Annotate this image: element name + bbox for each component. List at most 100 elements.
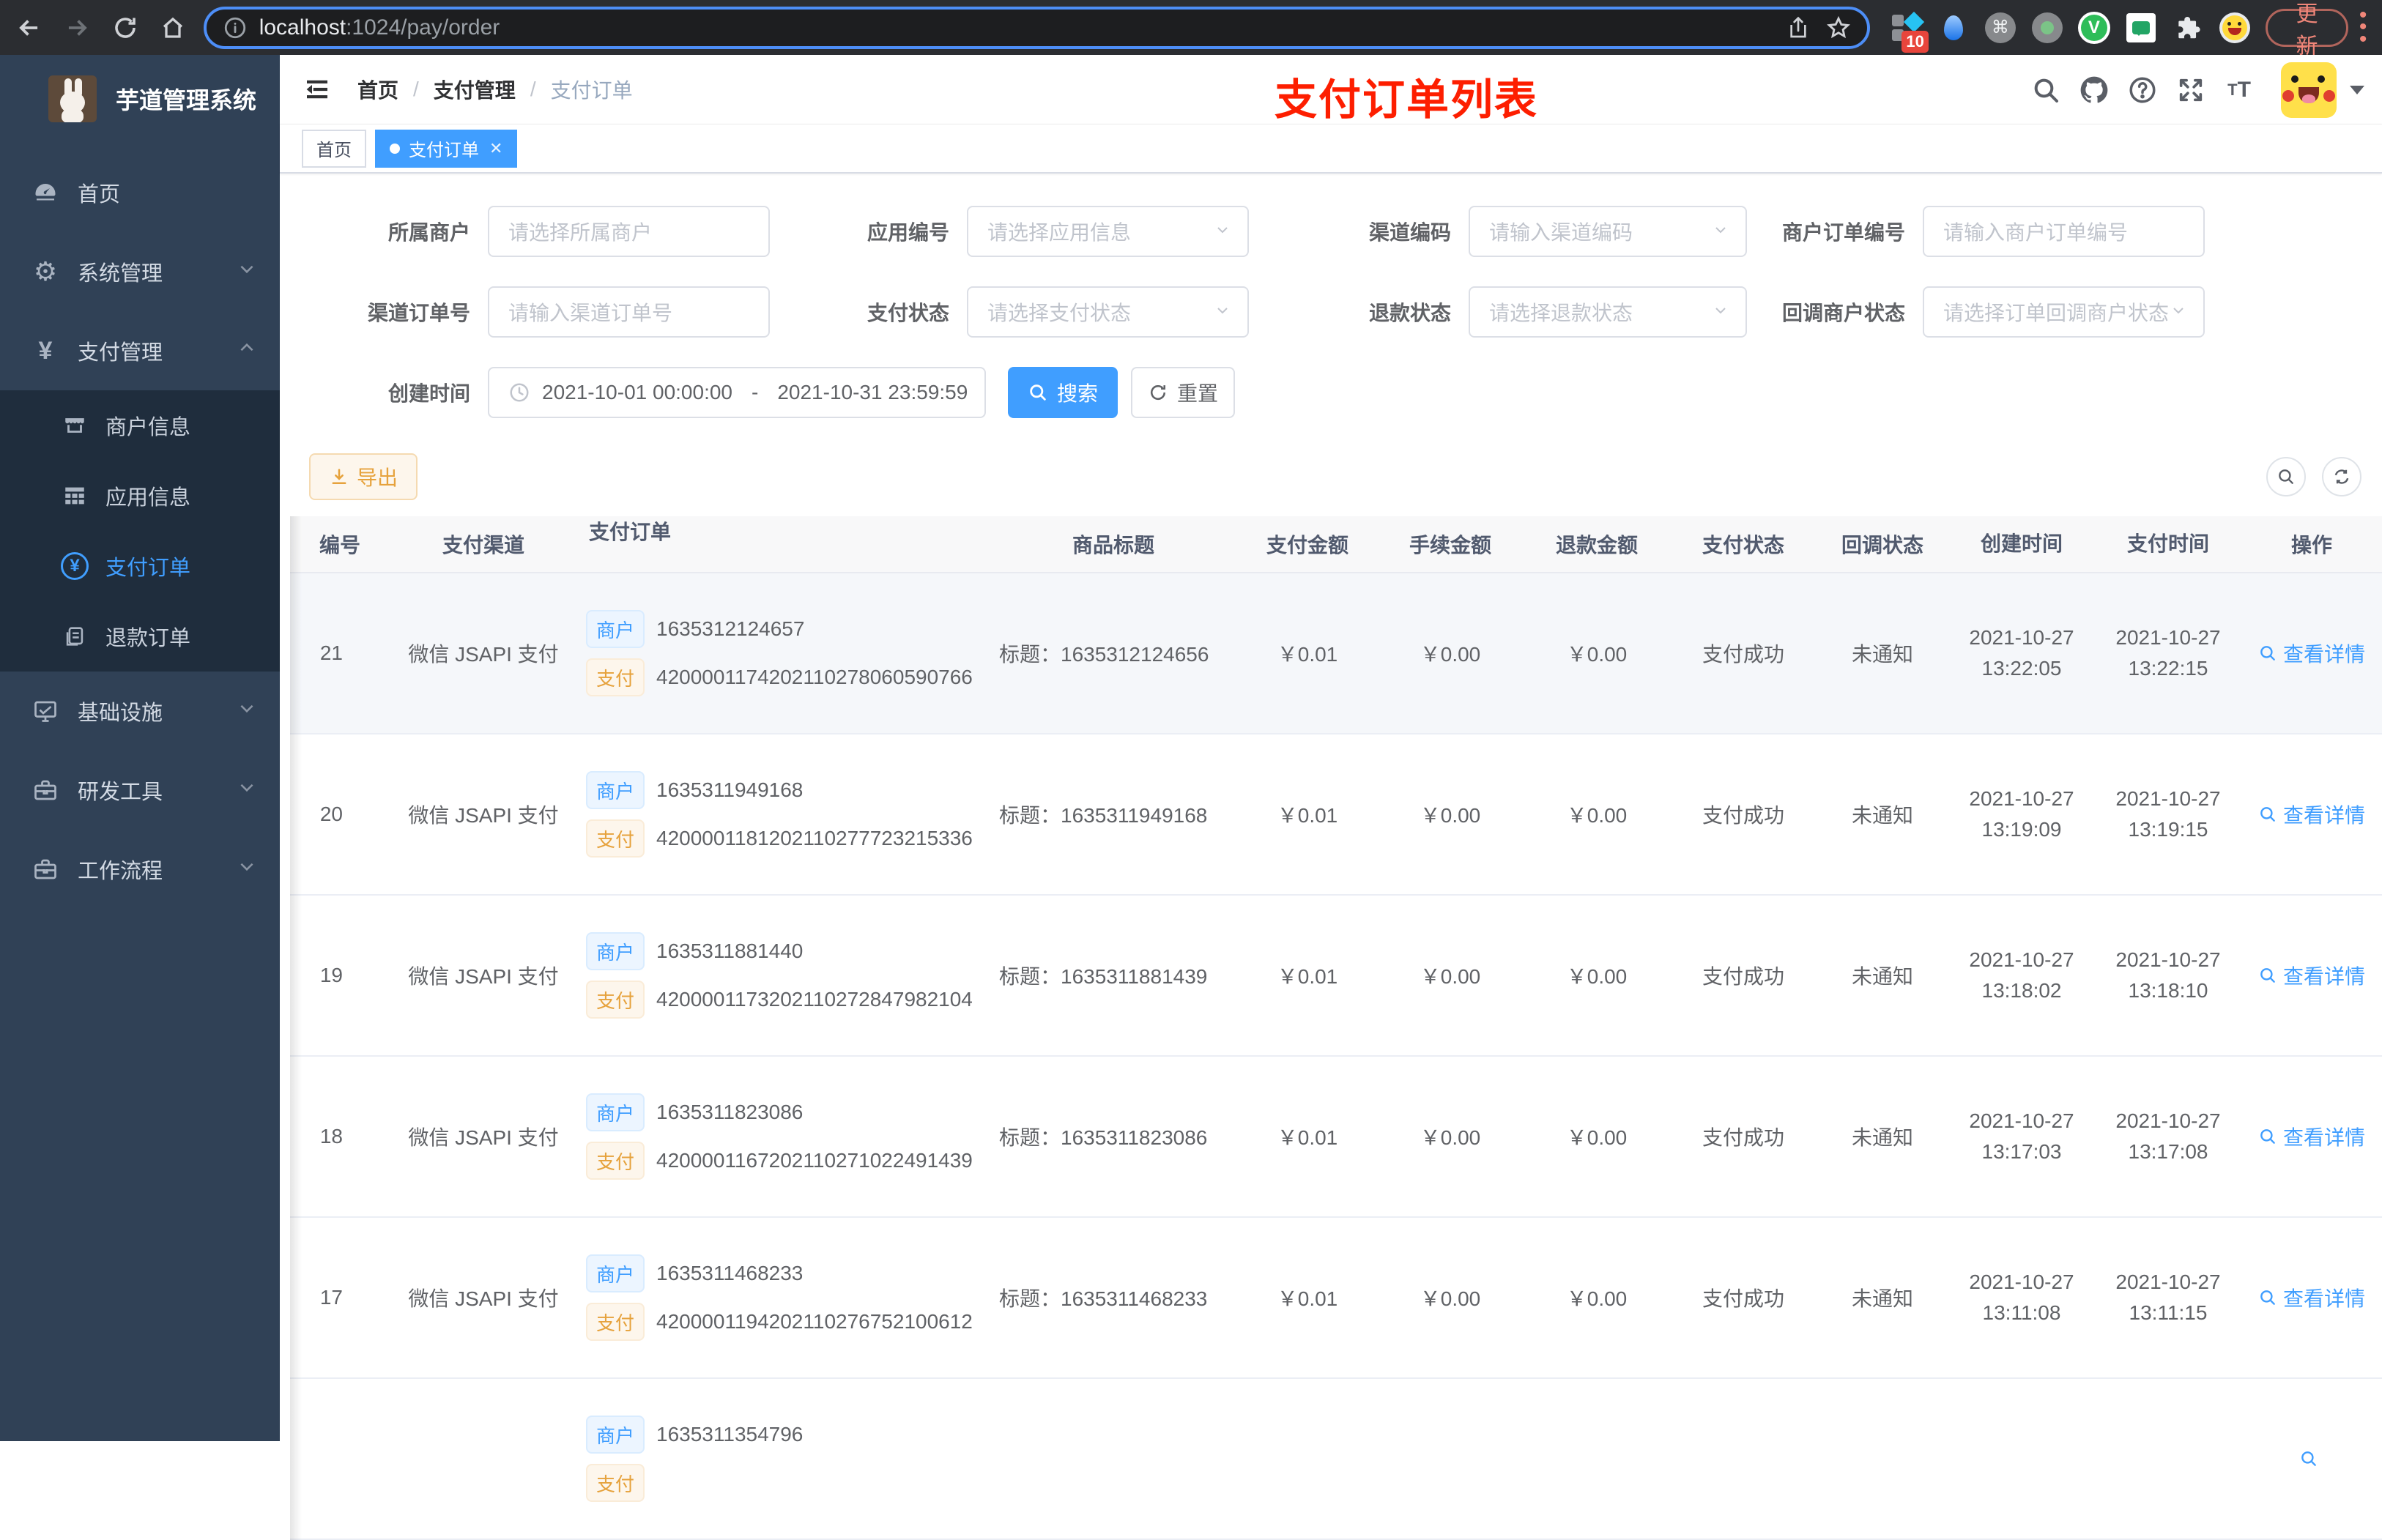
- cell-order: 商户 1635311881440 支付 42000011732021102728…: [586, 896, 989, 1055]
- sidebar-item-app-info[interactable]: 应用信息: [0, 461, 280, 531]
- table-row[interactable]: 20 微信 JSAPI 支付 商户 1635311949168 支付 42000…: [290, 734, 2382, 896]
- cell-pay-time: 2021-10-27 13:17:08: [2115, 1109, 2221, 1163]
- pay-tag: 支付: [586, 819, 645, 858]
- table-row[interactable]: 19 微信 JSAPI 支付 商户 1635311881440 支付 42000…: [290, 896, 2382, 1057]
- extension-chat-icon[interactable]: [2125, 12, 2157, 44]
- browser-home-button[interactable]: [154, 9, 191, 47]
- address-bar[interactable]: localhost:1024/pay/order: [203, 6, 1870, 49]
- tab-pay-order[interactable]: 支付订单 ✕: [375, 129, 518, 168]
- sidebar-item-merchant-info[interactable]: 商户信息: [0, 390, 280, 461]
- view-detail-link[interactable]: [2241, 1379, 2382, 1539]
- cell-title: 标题：1635311949168: [999, 804, 1208, 827]
- cell-amount: ￥0.01: [1277, 1287, 1338, 1310]
- help-icon[interactable]: [2118, 75, 2167, 105]
- extension-balloon-icon[interactable]: [1937, 12, 1970, 44]
- bookmark-star-icon[interactable]: [1826, 15, 1851, 40]
- font-size-icon[interactable]: TT: [2215, 78, 2263, 103]
- breadcrumb-home[interactable]: 首页: [357, 75, 398, 104]
- cell-id: 19: [319, 964, 343, 986]
- app-select[interactable]: 请选择应用信息: [967, 206, 1249, 257]
- browser-reload-button[interactable]: [106, 9, 144, 47]
- merchant-tag: 商户: [586, 771, 645, 809]
- merchant-order-no-input[interactable]: 请输入商户订单编号: [1923, 206, 2205, 257]
- user-avatar[interactable]: [2281, 62, 2337, 118]
- sidebar-item-workflow[interactable]: 工作流程: [0, 830, 280, 909]
- extension-command-icon[interactable]: ⌘: [1984, 12, 2016, 44]
- notify-status-select[interactable]: 请选择订单回调商户状态: [1923, 286, 2205, 338]
- refund-status-select[interactable]: 请选择退款状态: [1469, 286, 1747, 338]
- cell-id: 21: [319, 641, 343, 664]
- sidebar-item-label: 首页: [78, 183, 121, 207]
- cell-order: 商户 1635311823086 支付 42000011672021102710…: [586, 1057, 989, 1216]
- share-icon[interactable]: [1786, 16, 1810, 40]
- app-logo-row[interactable]: 芋道管理系统: [0, 55, 280, 137]
- tab-home[interactable]: 首页: [302, 129, 366, 168]
- merchant-tag: 商户: [586, 1416, 645, 1454]
- view-detail-link[interactable]: 查看详情: [2241, 896, 2382, 1055]
- chevron-down-icon: [237, 699, 256, 723]
- create-time-range-picker[interactable]: 2021-10-01 00:00:00 - 2021-10-31 23:59:5…: [488, 367, 986, 418]
- sidebar-item-label: 基础设施: [78, 702, 163, 725]
- sidebar-item-dev-tools[interactable]: 研发工具: [0, 751, 280, 830]
- breadcrumb-pay[interactable]: 支付管理: [434, 75, 516, 104]
- browser-menu-icon[interactable]: • • •: [2356, 4, 2370, 50]
- tab-close-icon[interactable]: ✕: [489, 139, 502, 158]
- table-row[interactable]: 商户 1635311354796 支付: [290, 1379, 2382, 1540]
- sidebar-item-home[interactable]: 首页: [0, 153, 280, 232]
- cell-id: 20: [319, 803, 343, 825]
- reset-button[interactable]: 重置: [1131, 367, 1235, 418]
- date-range-separator: -: [752, 381, 759, 403]
- extensions-puzzle-icon[interactable]: [2172, 12, 2204, 44]
- search-icon: [2279, 469, 2293, 484]
- cell-title: 标题：1635311823086: [999, 1126, 1208, 1149]
- sidebar-item-pay-order[interactable]: ¥ 支付订单: [0, 531, 280, 601]
- chevron-down-icon: [2170, 302, 2187, 323]
- table-row[interactable]: 17 微信 JSAPI 支付 商户 1635311468233 支付 42000…: [290, 1218, 2382, 1379]
- field-label-merchant: 所属商户: [387, 221, 470, 244]
- merchant-input[interactable]: 请选择所属商户: [488, 206, 770, 257]
- table-toolbar: 导出: [309, 453, 2361, 500]
- yen-circle-icon: ¥: [59, 552, 91, 580]
- view-detail-link[interactable]: 查看详情: [2241, 573, 2382, 733]
- refresh-table-button[interactable]: [2322, 457, 2361, 496]
- browser-back-button[interactable]: [10, 9, 48, 47]
- header-search-icon[interactable]: [2022, 75, 2070, 105]
- extension-tabs-icon[interactable]: 10: [1891, 11, 1929, 53]
- export-button[interactable]: 导出: [309, 453, 418, 500]
- download-icon: [332, 469, 346, 485]
- sidebar-item-pay[interactable]: ¥ 支付管理: [0, 311, 280, 390]
- sidebar-item-infra[interactable]: 基础设施: [0, 672, 280, 751]
- sidebar-submenu-pay: 商户信息 应用信息 ¥ 支付订单 退款订单: [0, 390, 280, 672]
- pay-status-select[interactable]: 请选择支付状态: [967, 286, 1249, 338]
- cell-channel: [381, 1379, 586, 1539]
- breadcrumb-current: 支付订单: [550, 79, 633, 102]
- table-row[interactable]: 18 微信 JSAPI 支付 商户 1635311823086 支付 42000…: [290, 1057, 2382, 1218]
- chevron-down-icon: [237, 778, 256, 803]
- fullscreen-icon[interactable]: [2167, 75, 2215, 105]
- table-row[interactable]: 21 微信 JSAPI 支付 商户 1635312124657 支付 42000…: [290, 573, 2382, 734]
- date-end-value[interactable]: 2021-10-31 23:59:59: [777, 381, 968, 404]
- browser-profile-avatar[interactable]: [2219, 12, 2251, 44]
- channel-order-no-input[interactable]: 请输入渠道订单号: [488, 286, 770, 338]
- sidebar-collapse-icon[interactable]: [302, 74, 333, 105]
- monitor-icon: [29, 698, 62, 724]
- extension-badge: 10: [1901, 30, 1929, 53]
- extension-recorder-icon[interactable]: [2031, 12, 2063, 44]
- view-detail-link[interactable]: 查看详情: [2241, 1057, 2382, 1216]
- browser-forward-button[interactable]: [58, 9, 95, 47]
- github-icon[interactable]: [2070, 74, 2118, 106]
- search-button[interactable]: 搜索: [1008, 367, 1118, 418]
- toggle-search-button[interactable]: [2266, 457, 2306, 496]
- sidebar-item-refund-order[interactable]: 退款订单: [0, 601, 280, 672]
- cell-refund: ￥0.00: [1566, 1287, 1628, 1310]
- sidebar-item-system[interactable]: ⚙ 系统管理: [0, 232, 280, 311]
- view-detail-link[interactable]: 查看详情: [2241, 734, 2382, 894]
- view-detail-link[interactable]: 查看详情: [2241, 1218, 2382, 1377]
- avatar-caret-icon[interactable]: [2350, 85, 2364, 94]
- channel-code-select[interactable]: 请输入渠道编码: [1469, 206, 1747, 257]
- vue-devtools-icon[interactable]: V: [2077, 11, 2110, 44]
- col-header-title: 商品标题: [1072, 534, 1154, 557]
- browser-update-button[interactable]: 更新: [2265, 2, 2349, 59]
- site-info-icon[interactable]: [223, 15, 248, 40]
- date-start-value[interactable]: 2021-10-01 00:00:00: [542, 381, 732, 404]
